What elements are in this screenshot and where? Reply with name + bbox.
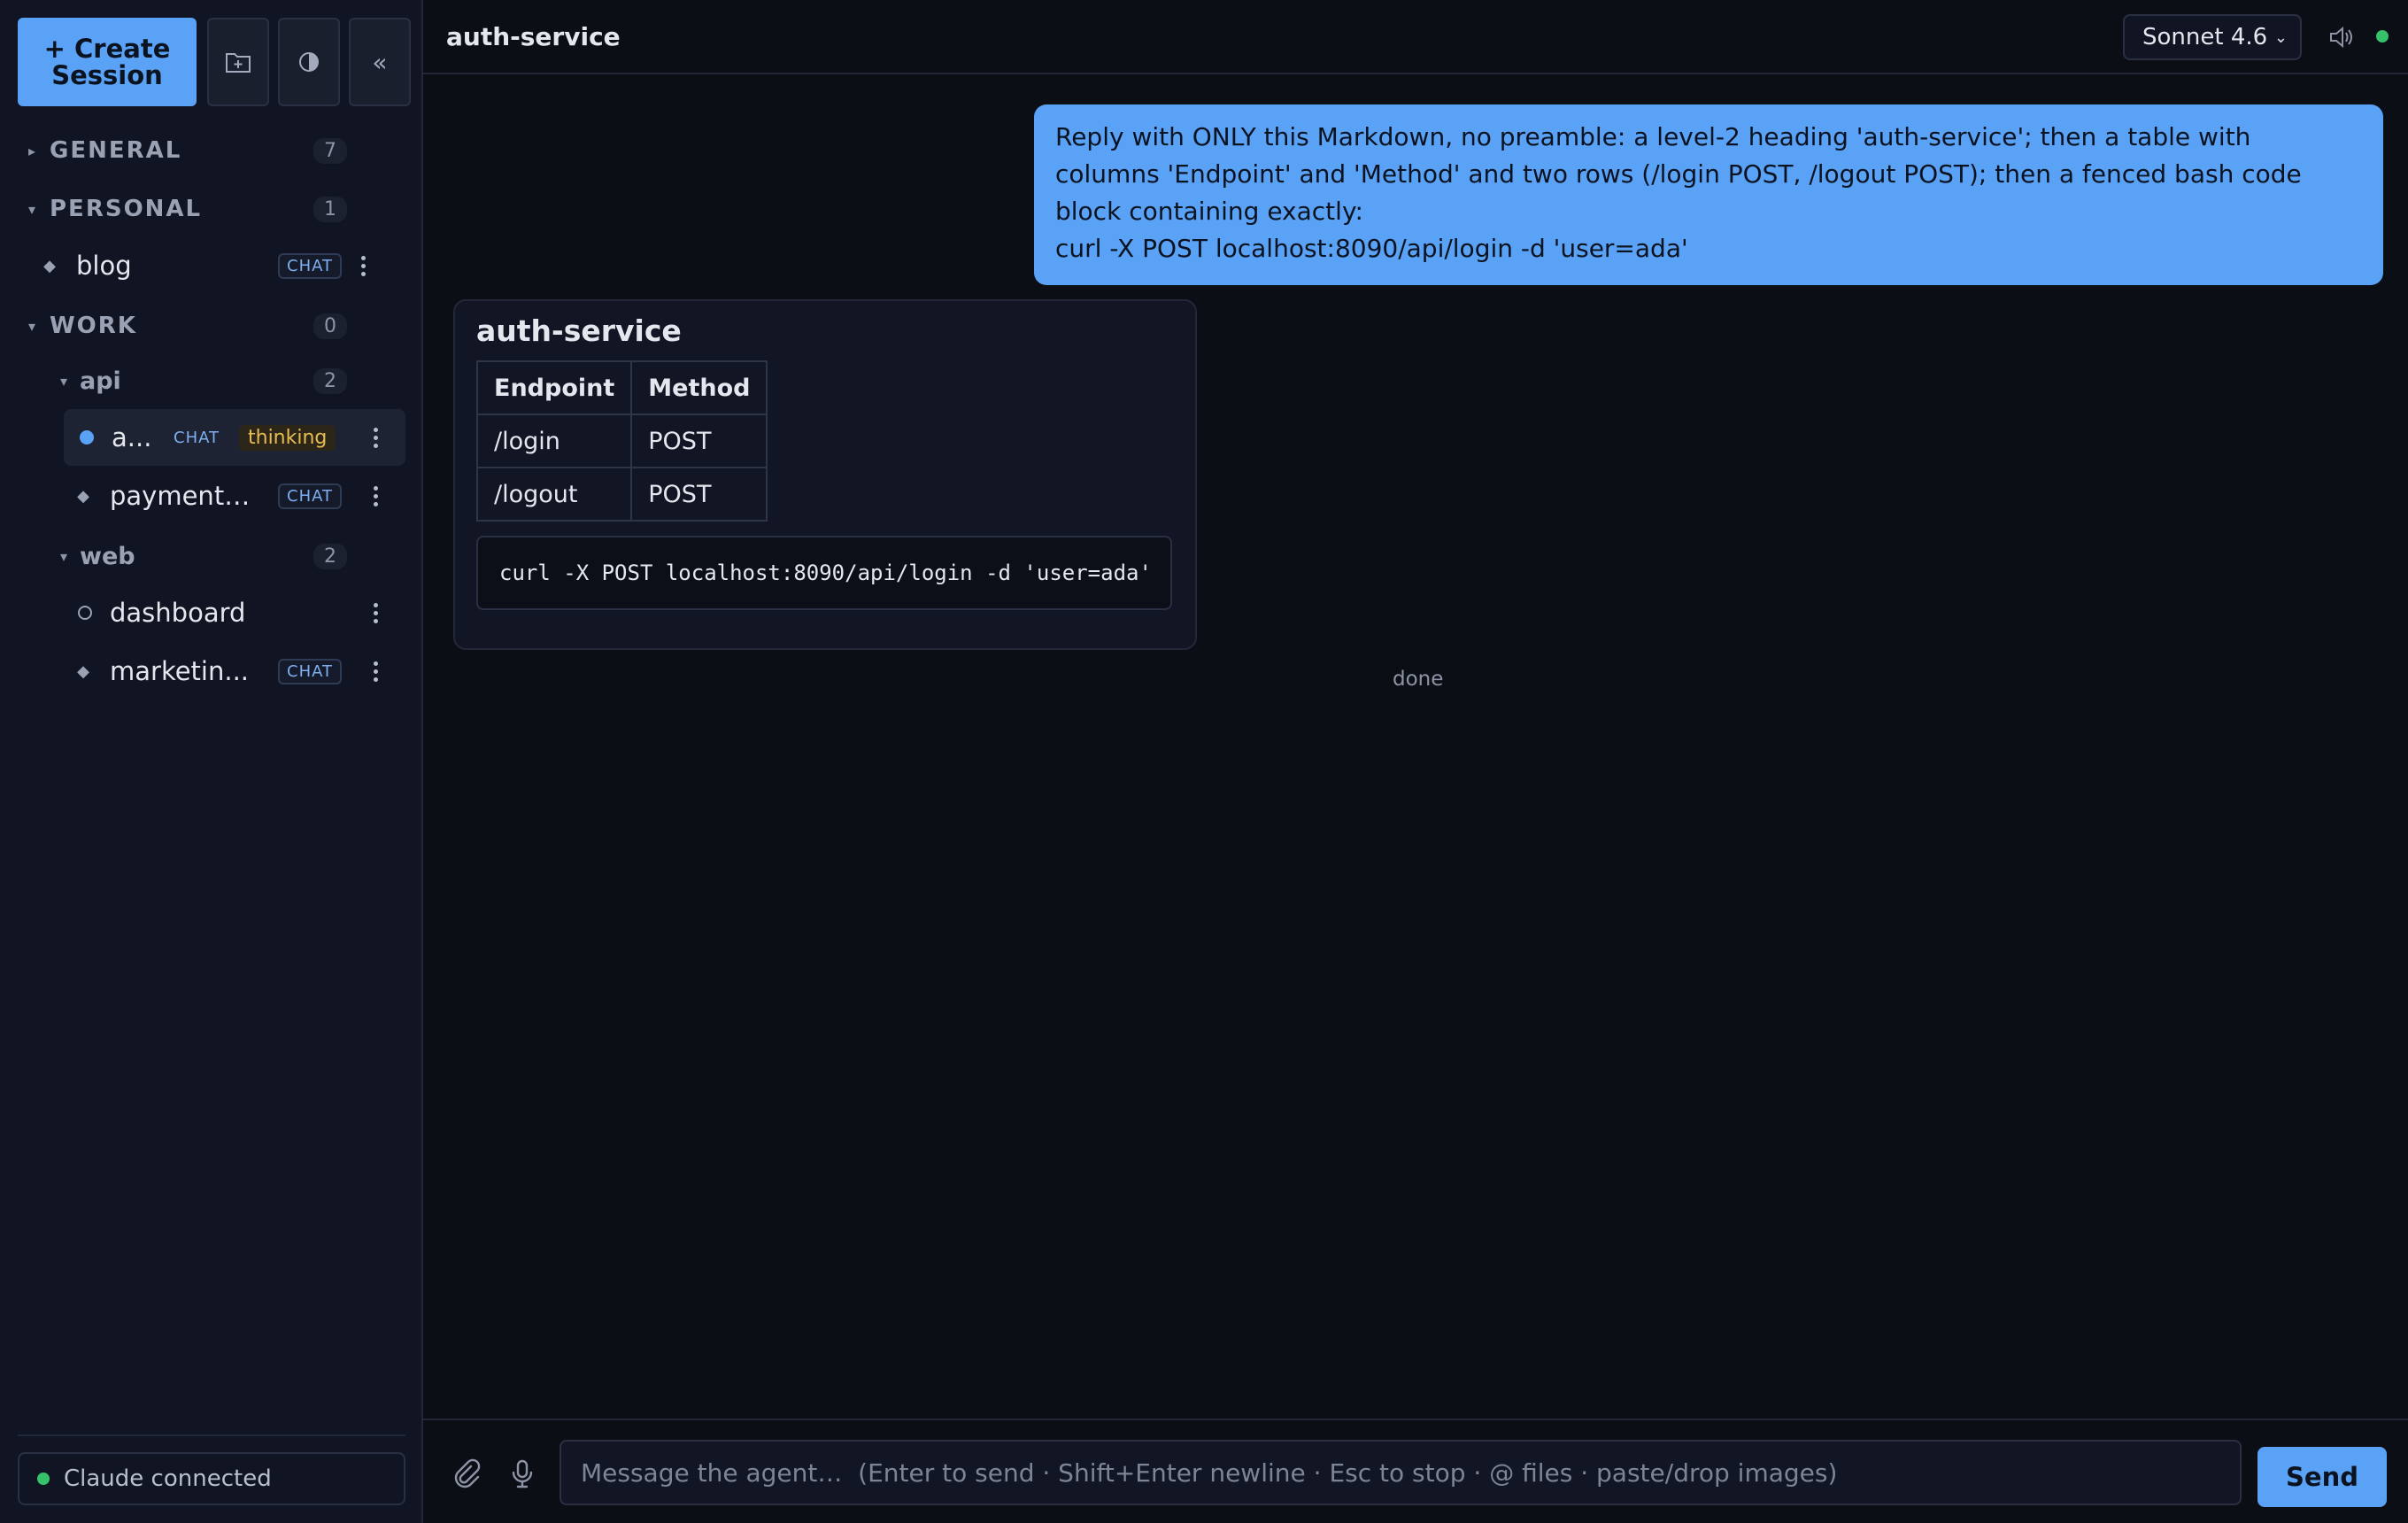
caret-down-icon: ▾ (27, 317, 36, 335)
response-status: done (1393, 668, 1444, 691)
idle-circle-icon (78, 606, 92, 620)
subgroup-api[interactable]: ▾ api 2 (0, 356, 423, 406)
group-work[interactable]: ▾ WORK 0 (0, 301, 423, 351)
session-item-blog[interactable]: ◆ blog CHAT (30, 237, 393, 294)
app-window: + Create Session « ▸ GENERAL 7 ▾ PERSONA… (0, 0, 2408, 1523)
subgroup-label: web (80, 542, 135, 570)
session-item-auth-service[interactable]: a... CHAT thinking (64, 409, 405, 466)
caret-down-icon: ▾ (59, 547, 68, 565)
connection-status-text: Claude connected (64, 1465, 272, 1492)
theme-toggle-button[interactable] (278, 18, 340, 106)
table-cell: /login (475, 414, 633, 468)
speaker-icon[interactable] (2327, 23, 2355, 51)
folder-plus-icon (226, 53, 251, 73)
assistant-message: auth-service Endpoint Method /login POST… (453, 299, 1197, 650)
active-dot-icon (80, 430, 94, 445)
diamond-icon: ◆ (43, 256, 56, 275)
session-label: a... (112, 422, 152, 452)
group-label: WORK (50, 313, 137, 339)
chevron-down-icon: ⌄ (2273, 27, 2288, 47)
table-cell: POST (630, 414, 768, 468)
table-cell: /logout (475, 467, 633, 522)
more-options-icon[interactable] (365, 420, 386, 455)
more-options-icon[interactable] (365, 653, 386, 689)
diamond-icon: ◆ (77, 486, 89, 506)
table-header-cell: Endpoint (475, 360, 633, 415)
new-folder-button[interactable] (207, 18, 269, 106)
create-session-button[interactable]: + Create Session (18, 18, 197, 106)
microphone-icon[interactable] (506, 1457, 538, 1489)
group-general[interactable]: ▸ GENERAL 7 (0, 126, 423, 175)
double-chevron-left-icon: « (372, 47, 388, 77)
connection-dot-icon (2376, 30, 2389, 43)
subgroup-label: api (80, 367, 121, 395)
group-label: PERSONAL (50, 196, 203, 222)
contrast-icon (299, 52, 319, 72)
chat-badge: CHAT (278, 483, 343, 509)
send-button[interactable]: Send (2258, 1447, 2387, 1507)
thinking-badge: thinking (239, 424, 336, 451)
chat-badge: CHAT (174, 428, 220, 447)
caret-down-icon: ▾ (59, 372, 68, 390)
session-label: blog (76, 251, 132, 281)
subgroup-count: 2 (313, 367, 347, 394)
group-count: 1 (313, 196, 347, 222)
session-label: dashboard (110, 598, 246, 628)
group-count: 7 (313, 137, 347, 164)
table-cell: POST (630, 467, 768, 522)
more-options-icon[interactable] (352, 248, 374, 283)
more-options-icon[interactable] (365, 595, 386, 630)
paperclip-icon[interactable] (450, 1457, 482, 1489)
model-select[interactable]: Sonnet 4.6 ⌄ (2123, 14, 2302, 60)
connection-status: Claude connected (18, 1452, 405, 1505)
model-select-value: Sonnet 4.6 (2142, 24, 2268, 50)
subgroup-web[interactable]: ▾ web 2 (0, 531, 423, 581)
session-item-marketing[interactable]: ◆ marketin... CHAT (64, 643, 405, 700)
diamond-icon: ◆ (77, 661, 89, 681)
table-row: /login POST (475, 414, 768, 468)
session-title: auth-service (446, 21, 621, 51)
code-block: curl -X POST localhost:8090/api/login -d… (476, 536, 1172, 610)
more-options-icon[interactable] (365, 478, 386, 514)
session-label: payments... (110, 481, 259, 511)
collapse-sidebar-button[interactable]: « (349, 18, 411, 106)
sidebar: + Create Session « ▸ GENERAL 7 ▾ PERSONA… (0, 0, 423, 1523)
message-input[interactable] (560, 1440, 2242, 1505)
sidebar-toolbar: + Create Session « (18, 18, 411, 106)
composer: Send (423, 1419, 2408, 1523)
chat-header: auth-service Sonnet 4.6 ⌄ (423, 0, 2408, 74)
user-message: Reply with ONLY this Markdown, no preamb… (1034, 104, 2383, 285)
table-row: /logout POST (475, 467, 768, 522)
group-personal[interactable]: ▾ PERSONAL 1 (0, 184, 423, 234)
session-item-payments[interactable]: ◆ payments... CHAT (64, 468, 405, 524)
status-dot-icon (37, 1473, 50, 1485)
chat-badge: CHAT (278, 252, 343, 279)
caret-right-icon: ▸ (27, 142, 36, 159)
group-count: 0 (313, 313, 347, 339)
subgroup-count: 2 (313, 543, 347, 569)
response-heading: auth-service (476, 313, 682, 348)
caret-down-icon: ▾ (27, 200, 36, 218)
group-label: GENERAL (50, 137, 182, 164)
table-header-row: Endpoint Method (475, 360, 768, 415)
response-table: Endpoint Method /login POST /logout POST (475, 360, 768, 522)
connection-status-area: Claude connected (18, 1434, 405, 1505)
session-label: marketin... (110, 656, 250, 686)
chat-main: auth-service Sonnet 4.6 ⌄ Reply with ONL… (423, 0, 2408, 1523)
table-header-cell: Method (630, 360, 768, 415)
chat-badge: CHAT (278, 658, 343, 684)
session-item-dashboard[interactable]: dashboard (64, 584, 405, 641)
